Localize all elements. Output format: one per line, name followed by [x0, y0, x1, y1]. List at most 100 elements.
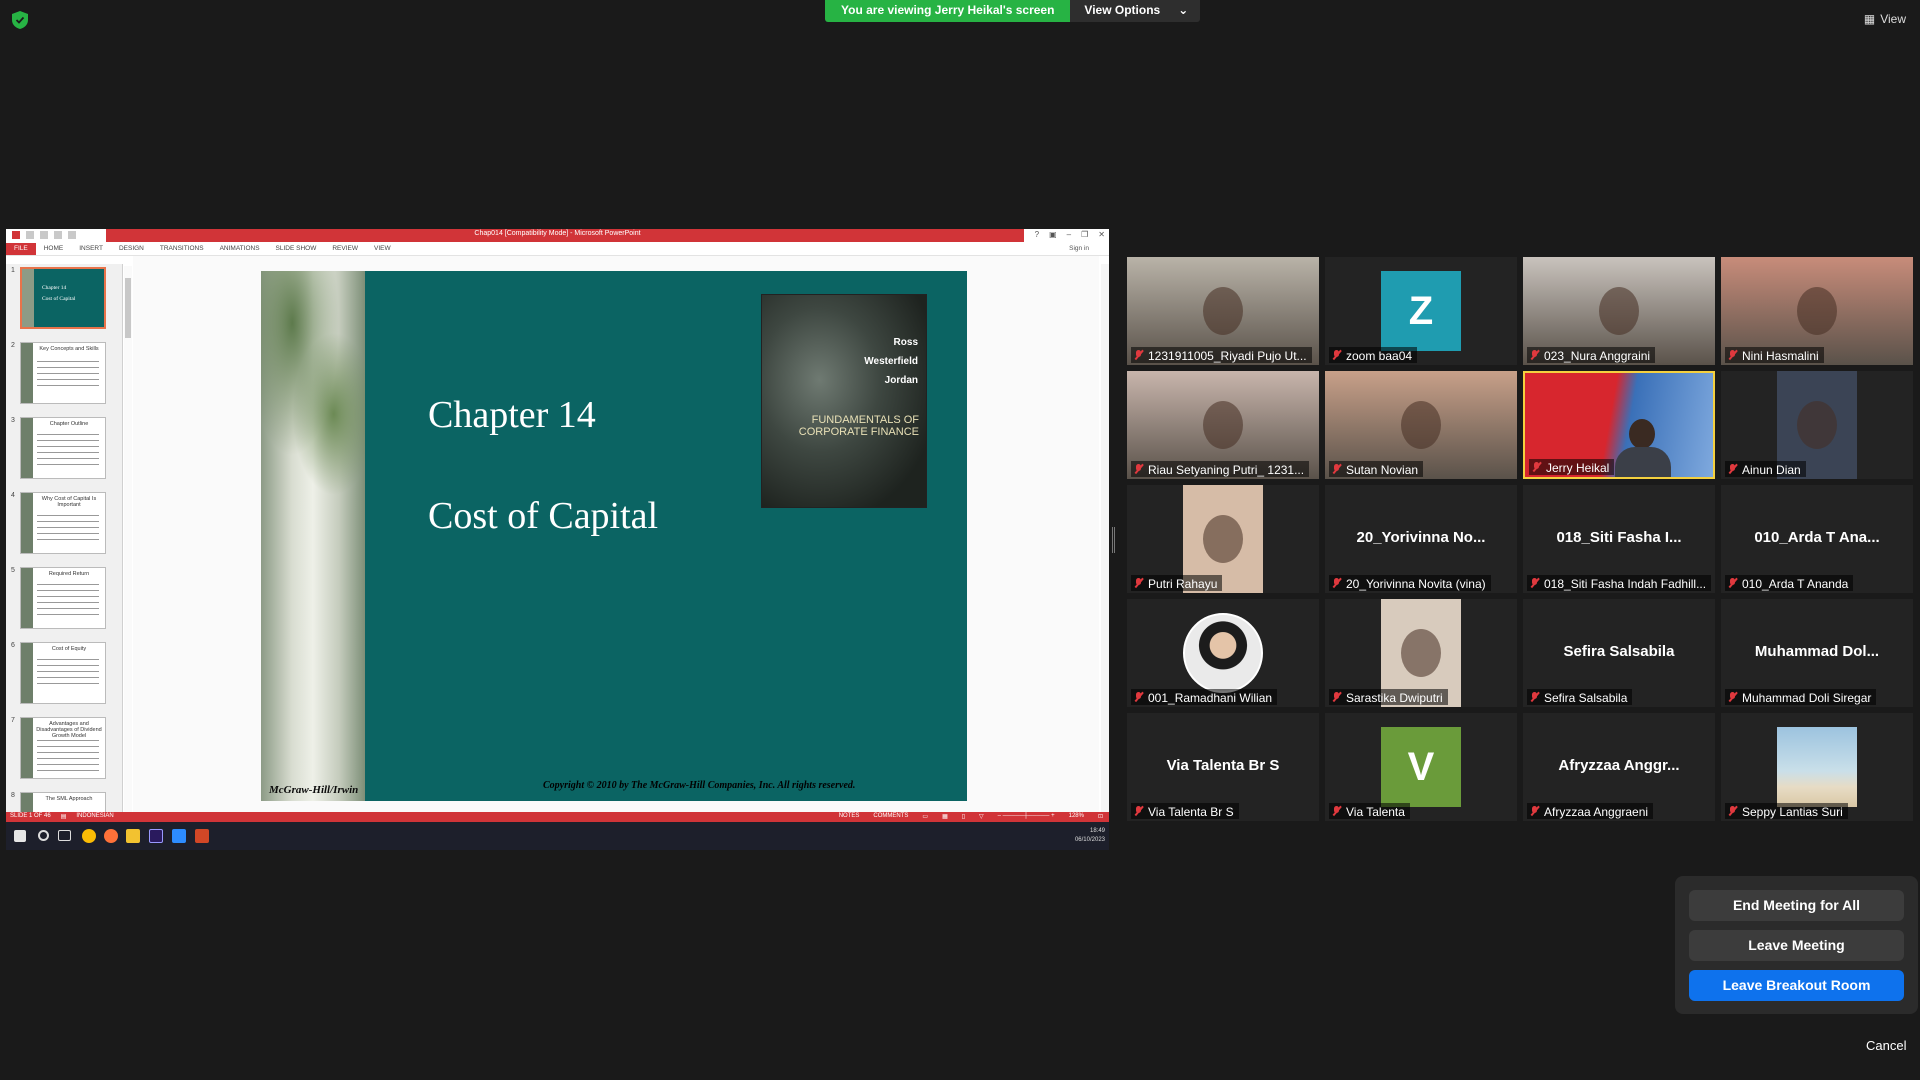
ribbon-tab-home: HOME — [43, 245, 64, 252]
participant-name-label: Muhammad Doli Siregar — [1725, 689, 1877, 705]
participant-tile[interactable]: 20_Yorivinna No... 20_Yorivinna Novita (v… — [1325, 485, 1517, 593]
participant-head — [1401, 401, 1441, 449]
slide-thumbnail: Advantages and Disadvantages of Dividend… — [20, 717, 106, 779]
participant-tile[interactable]: Seppy Lantias Suri — [1721, 713, 1913, 821]
view-options-button[interactable]: View Options ⌄ — [1070, 0, 1201, 22]
participant-name-label: 023_Nura Anggraini — [1527, 347, 1656, 363]
participant-tile[interactable]: Ainun Dian — [1721, 371, 1913, 479]
close-icon: ✕ — [1098, 230, 1105, 239]
participant-tile[interactable]: 001_Ramadhani Wilian — [1127, 599, 1319, 707]
participant-display-name: Muhammad Dol... — [1754, 643, 1880, 660]
participant-name-label: Sarastika Dwiputri — [1329, 689, 1448, 705]
muted-mic-icon — [1728, 806, 1737, 817]
encryption-shield-icon[interactable] — [12, 11, 28, 29]
participant-tile[interactable]: Sutan Novian — [1325, 371, 1517, 479]
participant-name: Putri Rahayu — [1148, 576, 1218, 591]
redo-icon — [54, 231, 62, 239]
powerpoint-statusbar: SLIDE 1 OF 46 ▤ INDONESIAN NOTES COMMENT… — [6, 812, 1109, 822]
fit-slide-icon: ⊡ — [1097, 814, 1103, 820]
muted-mic-icon — [1728, 350, 1737, 361]
minimize-icon: – — [1066, 230, 1072, 239]
ribbon-tab-transitions: TRANSITIONS — [159, 245, 204, 252]
participant-head — [1797, 287, 1837, 335]
participant-tile[interactable]: 010_Arda T Ana... 010_Arda T Ananda — [1721, 485, 1913, 593]
participant-tile[interactable]: Zzoom baa04 — [1325, 257, 1517, 365]
participant-name: Muhammad Doli Siregar — [1742, 690, 1872, 705]
muted-mic-icon — [1332, 464, 1341, 475]
participant-tile[interactable]: Sarastika Dwiputri — [1325, 599, 1517, 707]
ribbon-tab-animations: ANIMATIONS — [219, 245, 260, 252]
ribbon-tab-review: REVIEW — [332, 245, 359, 252]
participant-tile[interactable]: Jerry Heikal — [1523, 371, 1715, 479]
slide-thumbnail: Cost of Equity — [20, 642, 106, 704]
participant-name: Nini Hasmalini — [1742, 348, 1819, 363]
thumb-title: The SML Approach — [45, 796, 93, 802]
participant-name-label: Afryzzaa Anggraeni — [1527, 803, 1654, 819]
participant-name: Jerry Heikal — [1546, 460, 1610, 475]
book-authors: Ross Westerfield Jordan — [864, 333, 918, 390]
participant-name: 018_Siti Fasha Indah Fadhill... — [1544, 576, 1707, 591]
participant-display-name: Via Talenta Br S — [1166, 757, 1280, 774]
participant-name-label: Ainun Dian — [1725, 461, 1806, 477]
zoom-app-icon — [172, 829, 186, 843]
save-icon — [26, 231, 34, 239]
participant-name: 1231911005_Riyadi Pujo Ut... — [1148, 348, 1307, 363]
participant-tile[interactable]: Sefira Salsabila Sefira Salsabila — [1523, 599, 1715, 707]
leave-breakout-room-button[interactable]: Leave Breakout Room — [1689, 970, 1904, 1001]
participant-avatar: Z — [1381, 271, 1461, 351]
task-view-icon — [58, 830, 71, 841]
muted-mic-icon — [1530, 806, 1539, 817]
participant-tile[interactable]: Via Talenta Br S Via Talenta Br S — [1127, 713, 1319, 821]
panel-splitter[interactable] — [1112, 527, 1115, 553]
view-button-label: View — [1880, 12, 1906, 26]
participant-body — [1615, 447, 1671, 477]
participant-display-name: 018_Siti Fasha I... — [1556, 529, 1682, 546]
participant-tile[interactable]: Riau Setyaning Putri_ 1231... — [1127, 371, 1319, 479]
cancel-button[interactable]: Cancel — [1866, 1038, 1906, 1053]
muted-mic-icon — [1532, 462, 1541, 473]
participant-tile[interactable]: 018_Siti Fasha I... 018_Siti Fasha Indah … — [1523, 485, 1715, 593]
shared-screen[interactable]: Chap014 [Compatibility Mode] - Microsoft… — [6, 229, 1109, 850]
thumb-title: Required Return — [48, 571, 90, 577]
participant-tile[interactable]: Afryzzaa Anggr... Afryzzaa Anggraeni — [1523, 713, 1715, 821]
participant-head — [1203, 401, 1243, 449]
undo-icon — [40, 231, 48, 239]
end-meeting-for-all-button[interactable]: End Meeting for All — [1689, 890, 1904, 921]
muted-mic-icon — [1332, 350, 1341, 361]
participant-tile[interactable]: Putri Rahayu — [1127, 485, 1319, 593]
participant-tile[interactable]: 023_Nura Anggraini — [1523, 257, 1715, 365]
participant-display-name: Sefira Salsabila — [1563, 643, 1675, 660]
thumb-number: 3 — [11, 417, 15, 424]
slide-count: SLIDE 1 OF 46 — [10, 813, 51, 819]
muted-mic-icon — [1530, 692, 1539, 703]
participant-head — [1401, 629, 1441, 677]
participant-head — [1629, 419, 1655, 449]
normal-view-icon: ▭ — [922, 814, 929, 820]
muted-mic-icon — [1530, 578, 1539, 589]
zoom-level: 128% — [1068, 813, 1084, 819]
book-cover-image: Ross Westerfield Jordan FUNDAMENTALS OF … — [761, 294, 927, 508]
thumb-number: 7 — [11, 717, 15, 724]
view-button[interactable]: ▦ View — [1864, 12, 1906, 26]
slide-chapter-heading: Chapter 14 — [428, 394, 596, 436]
ribbon-tabs: FILE HOME INSERT DESIGN TRANSITIONS ANIM… — [6, 243, 1109, 256]
leave-meeting-button[interactable]: Leave Meeting — [1689, 930, 1904, 961]
muted-mic-icon — [1728, 464, 1737, 475]
language-label: INDONESIAN — [76, 813, 114, 819]
participant-name-label: 1231911005_Riyadi Pujo Ut... — [1131, 347, 1312, 363]
participant-display-name: 20_Yorivinna No... — [1356, 529, 1486, 546]
participant-tile[interactable]: V Via Talenta — [1325, 713, 1517, 821]
participant-name-label: Sutan Novian — [1329, 461, 1424, 477]
thumb-title: Key Concepts and Skills — [39, 346, 99, 352]
participant-name-label: Via Talenta Br S — [1131, 803, 1239, 819]
book-author: Ross — [893, 337, 918, 348]
thumbnails-scrollbar — [124, 266, 132, 812]
participant-tile[interactable]: Muhammad Dol... Muhammad Doli Siregar — [1721, 599, 1913, 707]
slide-thumbnail: Key Concepts and Skills — [20, 342, 106, 404]
participant-tile[interactable]: 1231911005_Riyadi Pujo Ut... — [1127, 257, 1319, 365]
participant-tile[interactable]: Nini Hasmalini — [1721, 257, 1913, 365]
participant-name: Riau Setyaning Putri_ 1231... — [1148, 462, 1305, 477]
thumb-number: 4 — [11, 492, 15, 499]
muted-mic-icon — [1332, 692, 1341, 703]
participant-head — [1203, 287, 1243, 335]
